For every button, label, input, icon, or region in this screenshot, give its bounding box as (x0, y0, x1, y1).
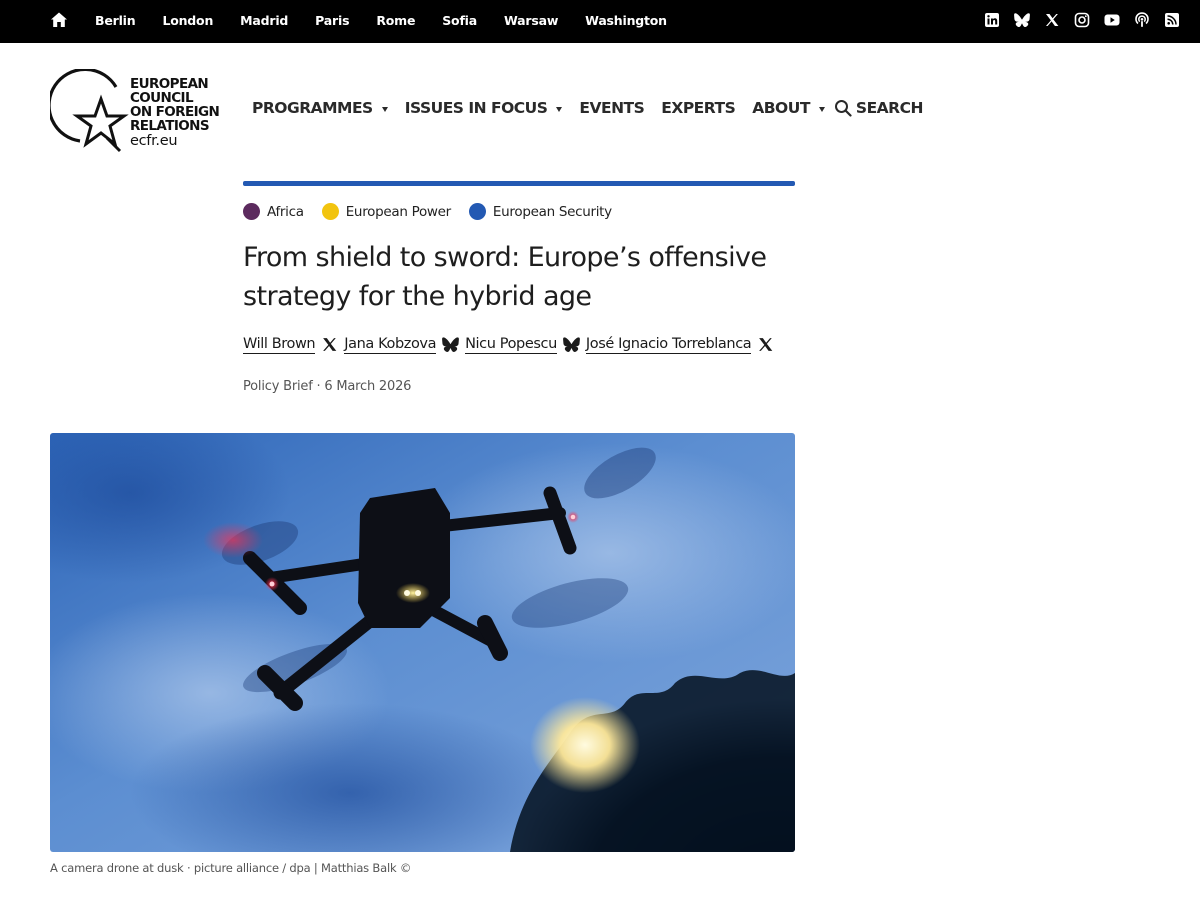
search-icon (834, 100, 852, 117)
tag-africa[interactable]: Africa (243, 203, 304, 220)
city-link-washington[interactable]: Washington (585, 13, 667, 28)
chevron-down-icon (556, 107, 563, 112)
logo-star-circle-icon (50, 69, 129, 153)
tag-dot (321, 203, 339, 220)
x-icon[interactable] (1044, 12, 1060, 28)
hero-image (50, 433, 795, 852)
tag-european-security[interactable]: European Security (468, 203, 612, 220)
city-link-paris[interactable]: Paris (315, 13, 349, 28)
tag-label: European Security (492, 203, 612, 220)
search-button[interactable]: SEARCH (834, 99, 923, 117)
author-link[interactable]: Jana Kobzova (344, 335, 436, 354)
youtube-icon[interactable] (1104, 12, 1120, 28)
main-nav: PROGRAMMES ISSUES IN FOCUS EVENTS EXPERT… (252, 99, 940, 117)
bluesky-icon[interactable] (562, 336, 580, 353)
logo-line-1: EUROPEAN (130, 76, 209, 92)
author-link[interactable]: Nicu Popescu (465, 335, 557, 354)
article-meta: Policy Brief · 6 March 2026 (243, 379, 412, 394)
nav-experts-label: EXPERTS (661, 99, 736, 117)
author-list: Will Brown Jana Kobzova Nicu Popescu Jos… (243, 335, 780, 354)
tag-dot (243, 203, 260, 220)
logo-wordmark: EUROPEAN COUNCIL ON FOREIGN RELATIONS (130, 76, 220, 134)
city-link-berlin[interactable]: Berlin (95, 13, 136, 28)
ecfr-logo[interactable]: EUROPEAN COUNCIL ON FOREIGN RELATIONS ec… (50, 69, 220, 155)
bluesky-icon[interactable] (442, 336, 459, 353)
city-nav: Berlin London Madrid Paris Rome Sofia Wa… (95, 0, 667, 40)
city-link-madrid[interactable]: Madrid (240, 13, 288, 28)
home-icon[interactable] (50, 11, 68, 29)
logo-url: ecfr.eu (130, 133, 178, 149)
logo-line-3: ON FOREIGN (130, 104, 220, 120)
logo-line-2: COUNCIL (130, 90, 194, 106)
rss-icon[interactable] (1164, 12, 1180, 28)
city-link-sofia[interactable]: Sofia (442, 13, 477, 28)
x-icon[interactable] (321, 336, 338, 353)
tag-label: European Power (345, 203, 452, 220)
search-label: SEARCH (855, 99, 924, 117)
drone-at-dusk-image (50, 433, 795, 852)
top-bar: Berlin London Madrid Paris Rome Sofia Wa… (0, 0, 1200, 43)
author-item: Nicu Popescu (465, 335, 580, 354)
accent-divider (243, 181, 795, 186)
nav-issues-in-focus[interactable]: ISSUES IN FOCUS (405, 99, 563, 117)
city-link-warsaw[interactable]: Warsaw (504, 13, 558, 28)
nav-events-label: EVENTS (579, 99, 645, 117)
x-icon[interactable] (757, 336, 774, 353)
author-link[interactable]: José Ignacio Torreblanca (585, 335, 752, 354)
city-link-rome[interactable]: Rome (376, 13, 415, 28)
article-title: From shield to sword: Europe’s offensive… (243, 242, 767, 312)
nav-programmes-label: PROGRAMMES (252, 99, 373, 117)
nav-programmes[interactable]: PROGRAMMES (252, 99, 388, 117)
nav-issues-label: ISSUES IN FOCUS (404, 99, 548, 117)
nav-about-label: ABOUT (752, 99, 810, 117)
tag-label: Africa (267, 203, 304, 220)
author-link[interactable]: Will Brown (243, 335, 316, 354)
topic-tags: Africa European Power European Security (243, 203, 612, 220)
instagram-icon[interactable] (1074, 12, 1090, 28)
nav-about[interactable]: ABOUT (752, 99, 825, 117)
chevron-down-icon (381, 107, 388, 112)
podcast-icon[interactable] (1134, 12, 1150, 28)
image-caption: A camera drone at dusk · picture allianc… (50, 861, 412, 875)
nav-events[interactable]: EVENTS (579, 99, 644, 117)
social-links (984, 0, 1180, 40)
author-item: José Ignacio Torreblanca (585, 335, 774, 354)
nav-experts[interactable]: EXPERTS (661, 99, 735, 117)
bluesky-icon[interactable] (1014, 12, 1030, 28)
tag-dot (468, 203, 486, 220)
author-item: Will Brown (243, 335, 338, 354)
city-link-london[interactable]: London (162, 13, 213, 28)
logo-line-4: RELATIONS (130, 118, 210, 134)
chevron-down-icon (818, 107, 825, 112)
author-item: Jana Kobzova (344, 335, 459, 354)
linkedin-icon[interactable] (984, 12, 1000, 28)
tag-european-power[interactable]: European Power (321, 203, 452, 220)
